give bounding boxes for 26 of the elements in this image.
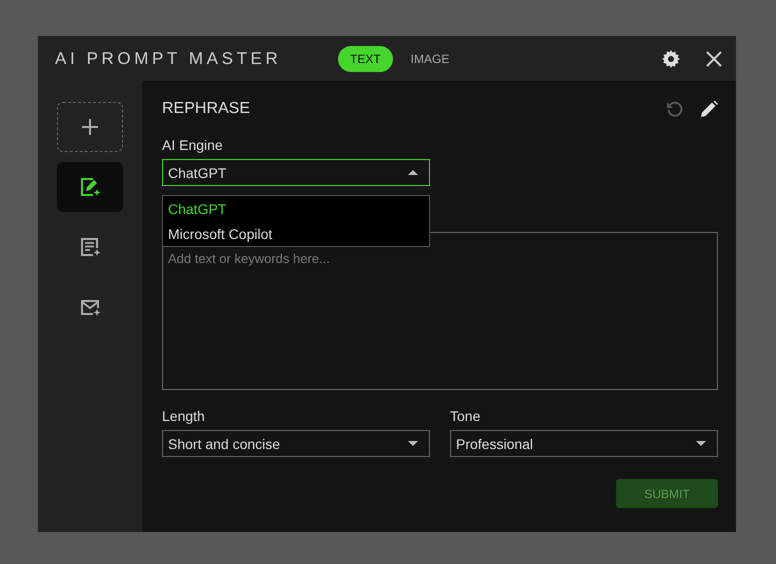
add-button[interactable] <box>57 102 123 152</box>
tab[interactable]: TEXT <box>338 46 393 72</box>
tab[interactable]: IMAGE <box>398 46 462 72</box>
dropdown-arrow-icon <box>696 441 706 446</box>
length-dropdown[interactable]: Short and concise <box>162 430 430 457</box>
plus-icon <box>81 118 99 136</box>
pencil-icon <box>700 100 718 118</box>
close-button[interactable] <box>706 50 722 66</box>
document-sparkle-icon <box>79 236 101 258</box>
close-icon <box>706 50 722 66</box>
field-label: AI Engine <box>162 137 224 153</box>
dropdown-arrow-icon <box>408 170 418 175</box>
sidebar-item[interactable] <box>57 162 123 212</box>
settings-icon <box>662 50 680 68</box>
engine-dropdown[interactable]: ChatGPT <box>162 159 430 186</box>
field-label: Length <box>162 408 206 424</box>
edit-sparkle-icon <box>79 176 101 198</box>
edit-button[interactable] <box>700 100 718 118</box>
undo-icon <box>666 100 684 118</box>
dropdown-arrow-icon <box>408 441 418 446</box>
dropdown-option[interactable]: ChatGPT <box>163 196 429 221</box>
window-title: AI PROMPT MASTER <box>55 48 282 68</box>
tone-dropdown[interactable]: Professional <box>450 430 718 457</box>
field-label: Tone <box>450 408 482 424</box>
settings-button[interactable] <box>662 50 680 68</box>
section-title: REPHRASE <box>162 100 252 118</box>
